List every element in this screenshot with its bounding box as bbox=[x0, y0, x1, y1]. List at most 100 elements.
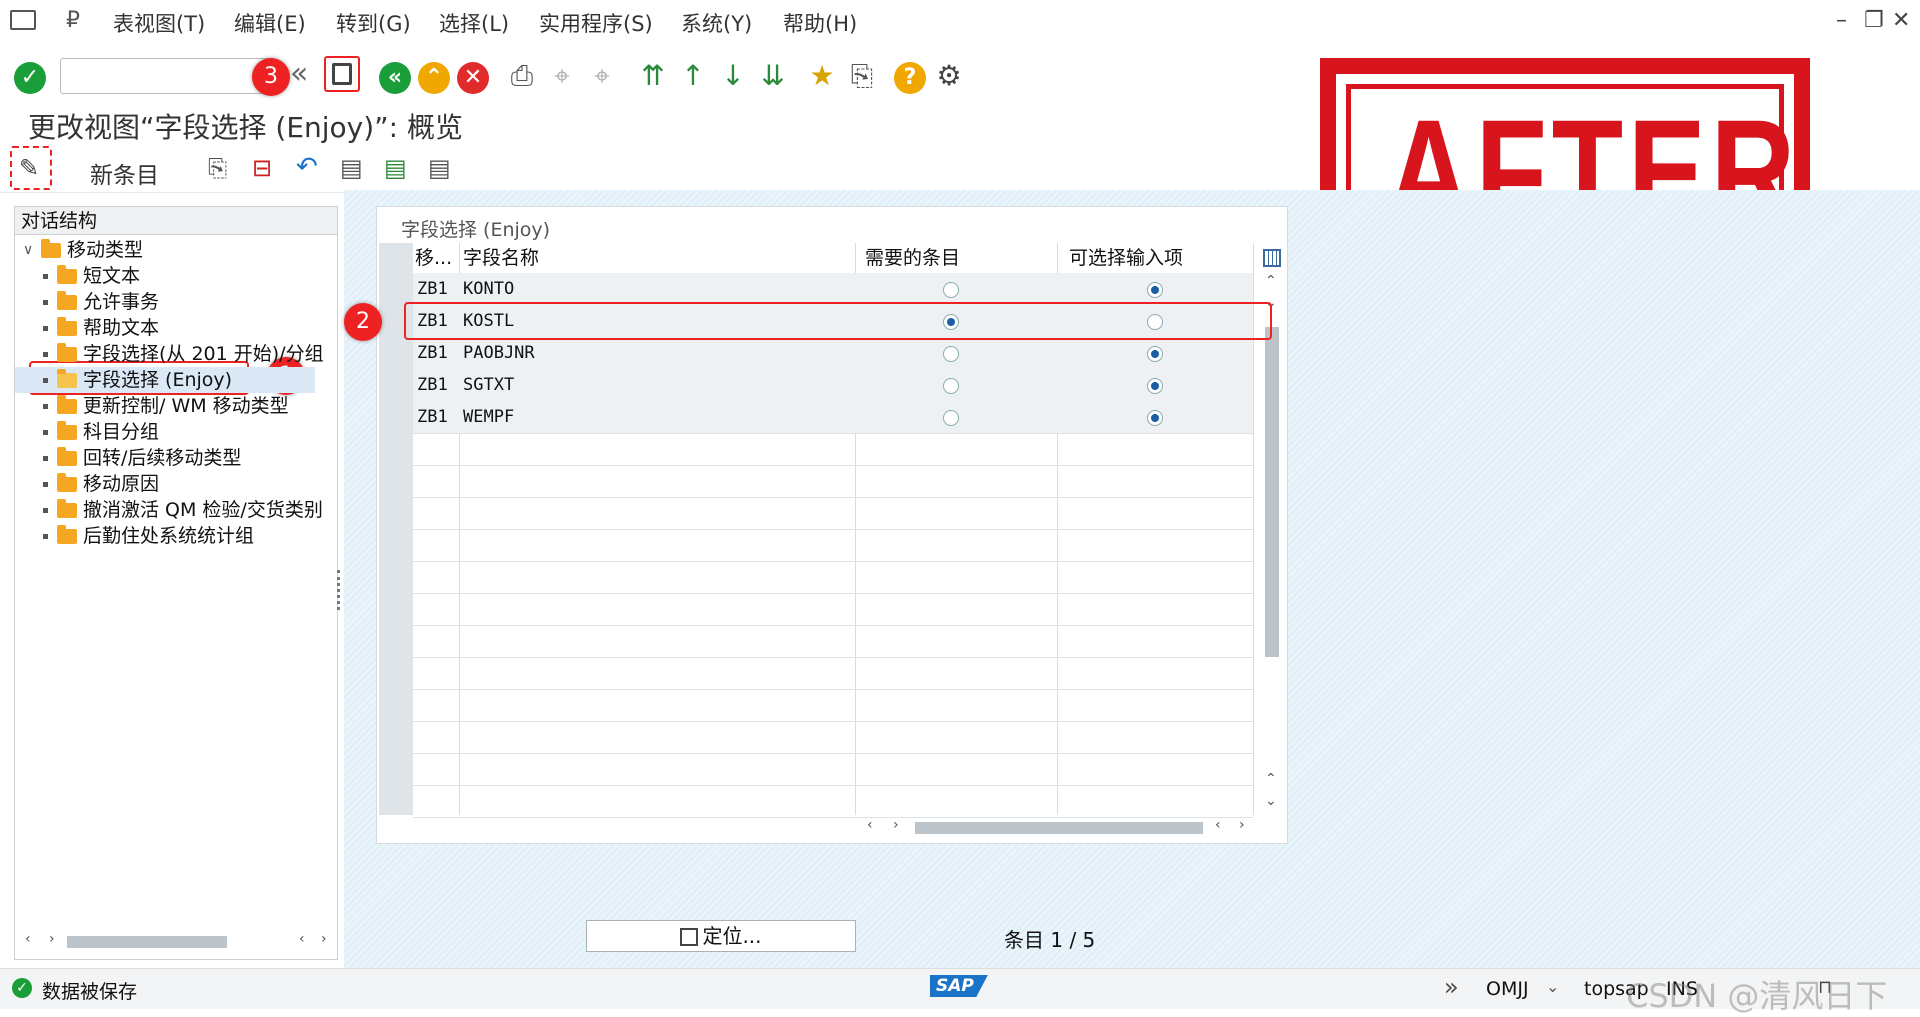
scroll-right-end-icon[interactable]: › bbox=[321, 931, 327, 947]
folder-icon bbox=[57, 473, 77, 492]
optional-entry-radio[interactable] bbox=[1147, 282, 1163, 298]
scroll-left-icon[interactable]: ‹ bbox=[25, 931, 31, 947]
create-session-icon[interactable]: ★ bbox=[805, 60, 839, 92]
chevron-down-icon[interactable]: ⌄ bbox=[1546, 977, 1559, 996]
deselect-all-icon[interactable]: ▤ bbox=[428, 154, 451, 182]
required-entry-radio[interactable] bbox=[943, 378, 959, 394]
select-block-icon[interactable]: ▤ bbox=[384, 154, 407, 182]
empty-table-row[interactable] bbox=[413, 497, 1253, 530]
empty-table-row[interactable] bbox=[413, 657, 1253, 690]
menu-utilities[interactable]: 实用程序(S) bbox=[539, 8, 653, 38]
empty-table-row[interactable] bbox=[413, 753, 1253, 786]
empty-table-row[interactable] bbox=[413, 689, 1253, 722]
scroll-down-end-icon[interactable]: ⌄ bbox=[1265, 793, 1277, 809]
menu-system[interactable]: 系统(Y) bbox=[681, 8, 752, 38]
restore-icon[interactable]: ❐ bbox=[1864, 8, 1884, 33]
transaction-code[interactable]: OMJJ bbox=[1486, 978, 1529, 1000]
scroll-up-end-icon[interactable]: ⌃ bbox=[1265, 771, 1277, 787]
tree-horizontal-scrollbar[interactable]: ‹ › ‹ › bbox=[21, 931, 331, 951]
previous-page-icon[interactable]: ↑ bbox=[676, 60, 710, 92]
new-entries-button[interactable]: 新条目 bbox=[90, 156, 159, 190]
save-button[interactable] bbox=[324, 56, 360, 92]
optional-entry-radio[interactable] bbox=[1147, 410, 1163, 426]
help-icon[interactable]: ? bbox=[894, 62, 926, 94]
cancel-icon[interactable]: ✕ bbox=[457, 62, 489, 94]
optional-entry-radio[interactable] bbox=[1147, 346, 1163, 362]
status-expand-icon[interactable]: » bbox=[1444, 973, 1459, 1001]
status-message: 数据被保存 bbox=[42, 981, 138, 1003]
empty-table-row[interactable] bbox=[413, 593, 1253, 626]
optional-entry-radio[interactable] bbox=[1147, 378, 1163, 394]
tree-item-label: 帮助文本 bbox=[83, 317, 160, 339]
print-icon[interactable]: ⎙ bbox=[505, 60, 539, 92]
menu-edit[interactable]: 编辑(E) bbox=[234, 8, 306, 38]
menu-goto[interactable]: 转到(G) bbox=[336, 8, 411, 38]
table-vertical-scrollbar[interactable]: ⌃ ⌄ ⌃ ⌄ bbox=[1263, 273, 1281, 815]
required-entry-radio[interactable] bbox=[943, 410, 959, 426]
customize-icon[interactable]: ₽ bbox=[66, 8, 80, 33]
col-header-movement[interactable]: 移... bbox=[415, 243, 459, 273]
table-horizontal-scrollbar[interactable]: ‹ › ‹ › bbox=[863, 817, 1255, 837]
splitter-handle[interactable] bbox=[337, 570, 344, 610]
cell-movement-type: ZB1 bbox=[417, 279, 448, 299]
scroll-left-icon[interactable]: ‹ bbox=[867, 817, 873, 833]
empty-table-row[interactable] bbox=[413, 625, 1253, 658]
tree-bullet bbox=[43, 300, 48, 305]
close-window-icon[interactable]: ✕ bbox=[1892, 8, 1910, 33]
required-entry-radio[interactable] bbox=[943, 346, 959, 362]
empty-table-row[interactable] bbox=[413, 465, 1253, 498]
menu-help[interactable]: 帮助(H) bbox=[783, 8, 857, 38]
scroll-right-icon[interactable]: › bbox=[893, 817, 899, 833]
empty-table-row[interactable] bbox=[413, 721, 1253, 754]
required-entry-radio[interactable] bbox=[943, 282, 959, 298]
exit-icon[interactable]: ⌃ bbox=[418, 62, 450, 94]
table-row[interactable]: ZB1 SGTXT bbox=[413, 369, 1253, 402]
empty-table-row[interactable] bbox=[413, 433, 1253, 466]
tree-item[interactable]: 字段选择 (Enjoy) bbox=[15, 367, 315, 393]
position-button[interactable]: 定位... bbox=[586, 920, 856, 952]
scroll-up-icon[interactable]: ⌃ bbox=[1265, 273, 1277, 289]
table-row[interactable]: ZB1 PAOBJNR bbox=[413, 337, 1253, 370]
undo-icon[interactable]: ↶ bbox=[296, 152, 318, 182]
next-page-icon[interactable]: ↓ bbox=[716, 60, 750, 92]
settings-gear-icon[interactable]: ⚙ bbox=[932, 60, 966, 92]
empty-table-row[interactable] bbox=[413, 785, 1253, 818]
enter-icon[interactable]: ✓ bbox=[14, 62, 46, 94]
back-icon[interactable]: « bbox=[379, 62, 411, 94]
position-button-label: 定位... bbox=[702, 924, 762, 948]
find-icon[interactable]: ⌖ bbox=[545, 60, 579, 92]
col-header-optional[interactable]: 可选择输入项 bbox=[1069, 243, 1249, 273]
col-header-required[interactable]: 需要的条目 bbox=[865, 243, 1045, 273]
chevron-down-icon[interactable]: ∨ bbox=[23, 237, 33, 263]
first-page-icon[interactable]: ⇈ bbox=[636, 60, 670, 92]
menu-bar: ₽ 表视图(T) 编辑(E) 转到(G) 选择(L) 实用程序(S) 系统(Y)… bbox=[0, 0, 1920, 43]
menu-select[interactable]: 选择(L) bbox=[439, 8, 509, 38]
empty-table-row[interactable] bbox=[413, 561, 1253, 594]
table-settings-icon[interactable] bbox=[1263, 249, 1281, 267]
display-change-button[interactable]: ✎ bbox=[10, 146, 52, 190]
sap-menu-icon[interactable] bbox=[10, 10, 36, 30]
table-row[interactable]: ZB1 WEMPF bbox=[413, 401, 1253, 434]
folder-icon bbox=[57, 317, 77, 336]
empty-table-row[interactable] bbox=[413, 529, 1253, 562]
select-all-icon[interactable]: ▤ bbox=[340, 154, 363, 182]
scroll-right-icon[interactable]: › bbox=[49, 931, 55, 947]
shortcut-icon[interactable]: ⎘ bbox=[845, 60, 879, 92]
scroll-right-end-icon[interactable]: › bbox=[1239, 817, 1245, 833]
scroll-left-end-icon[interactable]: ‹ bbox=[299, 931, 305, 947]
command-field[interactable] bbox=[60, 58, 271, 94]
delete-icon[interactable]: ⊟ bbox=[252, 154, 272, 182]
scroll-thumb[interactable] bbox=[915, 822, 1203, 834]
last-page-icon[interactable]: ⇊ bbox=[756, 60, 790, 92]
cell-field-name: WEMPF bbox=[463, 407, 515, 427]
minimize-icon[interactable]: – bbox=[1836, 8, 1847, 33]
menu-table-view[interactable]: 表视图(T) bbox=[113, 8, 205, 38]
scroll-left-end-icon[interactable]: ‹ bbox=[1215, 817, 1221, 833]
save-icon bbox=[332, 63, 352, 85]
scroll-thumb[interactable] bbox=[67, 936, 227, 948]
find-next-icon[interactable]: ⌖ bbox=[585, 60, 619, 92]
scroll-thumb[interactable] bbox=[1265, 327, 1279, 657]
col-header-field-name[interactable]: 字段名称 bbox=[463, 243, 763, 273]
copy-as-icon[interactable]: ⎘ bbox=[208, 154, 227, 182]
command-collapse-icon[interactable]: « bbox=[290, 56, 308, 91]
